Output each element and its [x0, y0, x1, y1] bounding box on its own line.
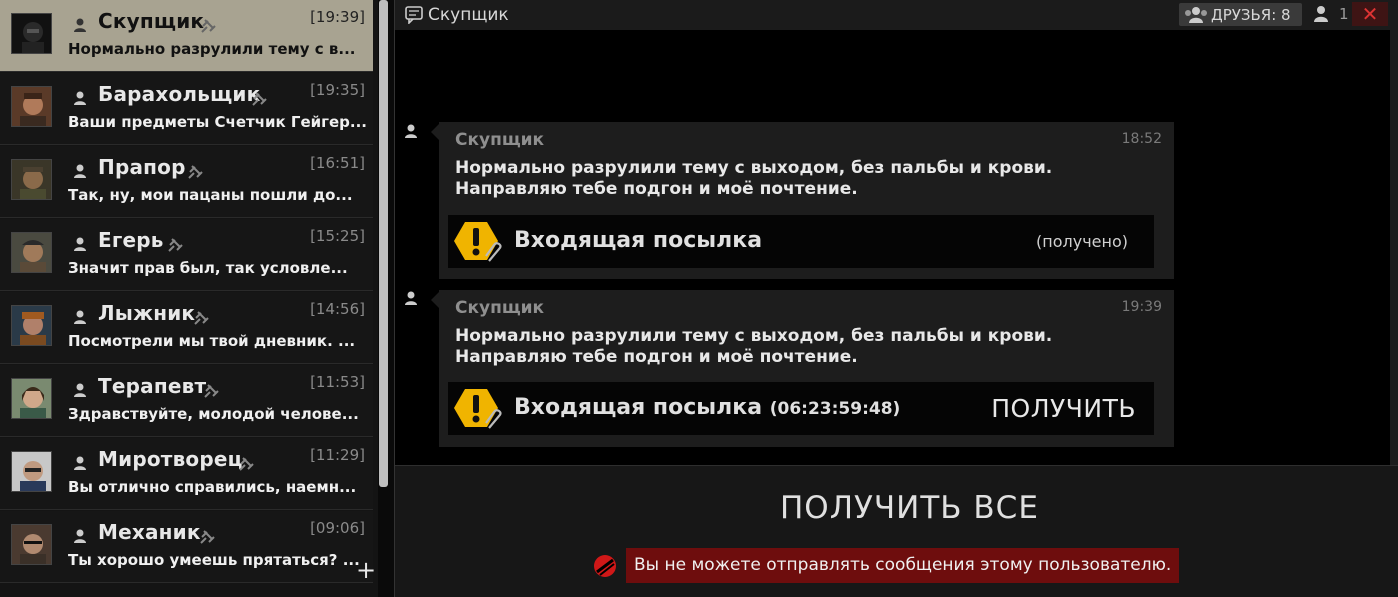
parcel-status: (получено)	[1036, 232, 1128, 251]
dialog-preview: Ты хорошо умеешь прятаться? ...	[68, 551, 360, 569]
dialog-item-lyzhnik[interactable]: Лыжник [14:56] Посмотрели мы твой дневни…	[0, 292, 373, 364]
dialog-time: [19:35]	[310, 81, 365, 99]
parcel-title-text: Входящая посылка	[514, 395, 763, 420]
dialog-name: Прапор	[98, 155, 186, 179]
chat-header: Скупщик ДРУЗЬЯ: 8 1 ✕	[395, 0, 1398, 30]
dialog-preview: Вы отлично справились, наемн...	[68, 478, 357, 496]
friends-icon	[1185, 7, 1207, 23]
user-icon	[74, 529, 86, 543]
warning-icon	[454, 389, 502, 429]
dialog-item-mirotvorets[interactable]: Миротворец [11:29] Вы отлично справились…	[0, 438, 373, 510]
user-icon	[74, 310, 86, 324]
dialog-name: Егерь	[98, 228, 164, 252]
message-line: Направляю тебе подгон и моё почтение.	[455, 347, 858, 367]
close-icon[interactable]: ✕	[1352, 2, 1388, 26]
user-icon	[1314, 6, 1328, 22]
user-icon	[74, 383, 86, 397]
dialog-preview: Нормально разрулили тему с в...	[68, 40, 356, 58]
dialog-name: Скупщик	[98, 9, 205, 33]
dialog-name: Барахольщик	[98, 82, 261, 106]
message: Скупщик 18:52 Нормально разрулили тему с…	[431, 122, 1174, 279]
message-text: Нормально разрулили тему с выходом, без …	[455, 158, 1052, 200]
dialog-name: Миротворец	[98, 447, 243, 471]
message-time: 19:39	[1121, 299, 1162, 315]
warning-icon	[454, 222, 502, 262]
parcel-attachment[interactable]: Входящая посылка (06:23:59:48) ПОЛУЧИТЬ	[448, 382, 1154, 435]
online-count: 1	[1339, 5, 1349, 23]
pin-icon[interactable]	[194, 309, 210, 325]
user-icon	[74, 18, 86, 32]
dialog-time: [19:39]	[310, 8, 365, 26]
chat-panel: Скупщик ДРУЗЬЯ: 8 1 ✕ Скупщик 18:52 Норм…	[394, 0, 1398, 597]
pin-icon[interactable]	[252, 90, 268, 106]
dialog-time: [11:29]	[310, 446, 365, 464]
user-icon	[405, 291, 417, 305]
message-line: Направляю тебе подгон и моё почтение.	[455, 179, 858, 199]
message-time: 18:52	[1121, 131, 1162, 147]
user-icon	[74, 164, 86, 178]
dialog-list-scrollbar[interactable]	[379, 0, 388, 487]
message-line: Нормально разрулили тему с выходом, без …	[455, 158, 1053, 178]
pin-icon[interactable]	[188, 163, 204, 179]
parcel-attachment[interactable]: Входящая посылка (получено)	[448, 215, 1154, 268]
receive-button[interactable]: ПОЛУЧИТЬ	[991, 394, 1136, 423]
message-text: Нормально разрулили тему с выходом, без …	[455, 326, 1052, 368]
dialog-preview: Здравствуйте, молодой челове...	[68, 405, 359, 423]
dialog-time: [14:56]	[310, 300, 365, 318]
avatar	[11, 378, 52, 419]
dialog-preview: Так, ну, мои пацаны пошли до...	[68, 186, 353, 204]
dialog-time: [16:51]	[310, 154, 365, 172]
pin-icon[interactable]	[200, 528, 216, 544]
dialog-time: [11:53]	[310, 373, 365, 391]
message-sender: Скупщик	[455, 130, 545, 150]
dialog-preview: Значит прав был, так условле...	[68, 259, 348, 277]
avatar	[11, 305, 52, 346]
pin-icon[interactable]	[239, 455, 255, 471]
message: Скупщик 19:39 Нормально разрулили тему с…	[431, 290, 1174, 447]
dialog-time: [09:06]	[310, 519, 365, 537]
user-icon	[74, 91, 86, 105]
dialog-preview: Ваши предметы Счетчик Гейгер...	[68, 113, 367, 131]
chat-bubble-icon	[405, 6, 423, 24]
avatar	[11, 232, 52, 273]
message-line: Нормально разрулили тему с выходом, без …	[455, 326, 1053, 346]
pin-icon[interactable]	[201, 17, 217, 33]
dialog-time: [15:25]	[310, 227, 365, 245]
user-icon	[74, 237, 86, 251]
pin-icon[interactable]	[204, 382, 220, 398]
dialog-item-skupshchik[interactable]: Скупщик [19:39] Нормально разрулили тему…	[0, 0, 373, 72]
friends-count: ДРУЗЬЯ: 8	[1211, 6, 1291, 24]
avatar	[11, 13, 52, 54]
dialog-item-mekhanik[interactable]: Механик [09:06] Ты хорошо умеешь прятать…	[0, 511, 373, 583]
avatar	[11, 451, 52, 492]
chat-frame-edge	[1390, 30, 1398, 465]
parcel-timer: (06:23:59:48)	[769, 399, 901, 419]
parcel-title: Входящая посылка (06:23:59:48)	[514, 395, 900, 420]
avatar	[11, 159, 52, 200]
dialog-name: Лыжник	[98, 301, 196, 325]
friends-button[interactable]: ДРУЗЬЯ: 8	[1179, 3, 1302, 26]
user-icon	[74, 456, 86, 470]
avatar	[11, 524, 52, 565]
dialog-item-terapevt[interactable]: Терапевт [11:53] Здравствуйте, молодой ч…	[0, 365, 373, 437]
chat-footer: ПОЛУЧИТЬ ВСЕ Вы не можете отправлять соо…	[395, 465, 1398, 597]
dialog-item-barakholshchik[interactable]: Барахольщик [19:35] Ваши предметы Счетчи…	[0, 73, 373, 145]
receive-all-button[interactable]: ПОЛУЧИТЬ ВСЕ	[780, 490, 1039, 526]
blocked-notice: Вы не можете отправлять сообщения этому …	[626, 548, 1180, 583]
pin-icon[interactable]	[168, 236, 184, 252]
dialog-item-prapor[interactable]: Прапор [16:51] Так, ну, мои пацаны пошли…	[0, 146, 373, 218]
avatar	[11, 86, 52, 127]
message-sender: Скупщик	[455, 298, 545, 318]
dialog-name: Механик	[98, 520, 201, 544]
user-icon	[405, 124, 417, 138]
add-dialog-button[interactable]: +	[356, 558, 376, 582]
dialog-list: Скупщик [19:39] Нормально разрулили тему…	[0, 0, 378, 597]
parcel-title: Входящая посылка	[514, 228, 763, 253]
dialog-preview: Посмотрели мы твой дневник. ...	[68, 332, 356, 350]
dialog-name: Терапевт	[98, 374, 207, 398]
dialog-item-eger[interactable]: Егерь [15:25] Значит прав был, так услов…	[0, 219, 373, 291]
blocked-icon	[594, 555, 616, 577]
chat-title: Скупщик	[428, 5, 509, 25]
